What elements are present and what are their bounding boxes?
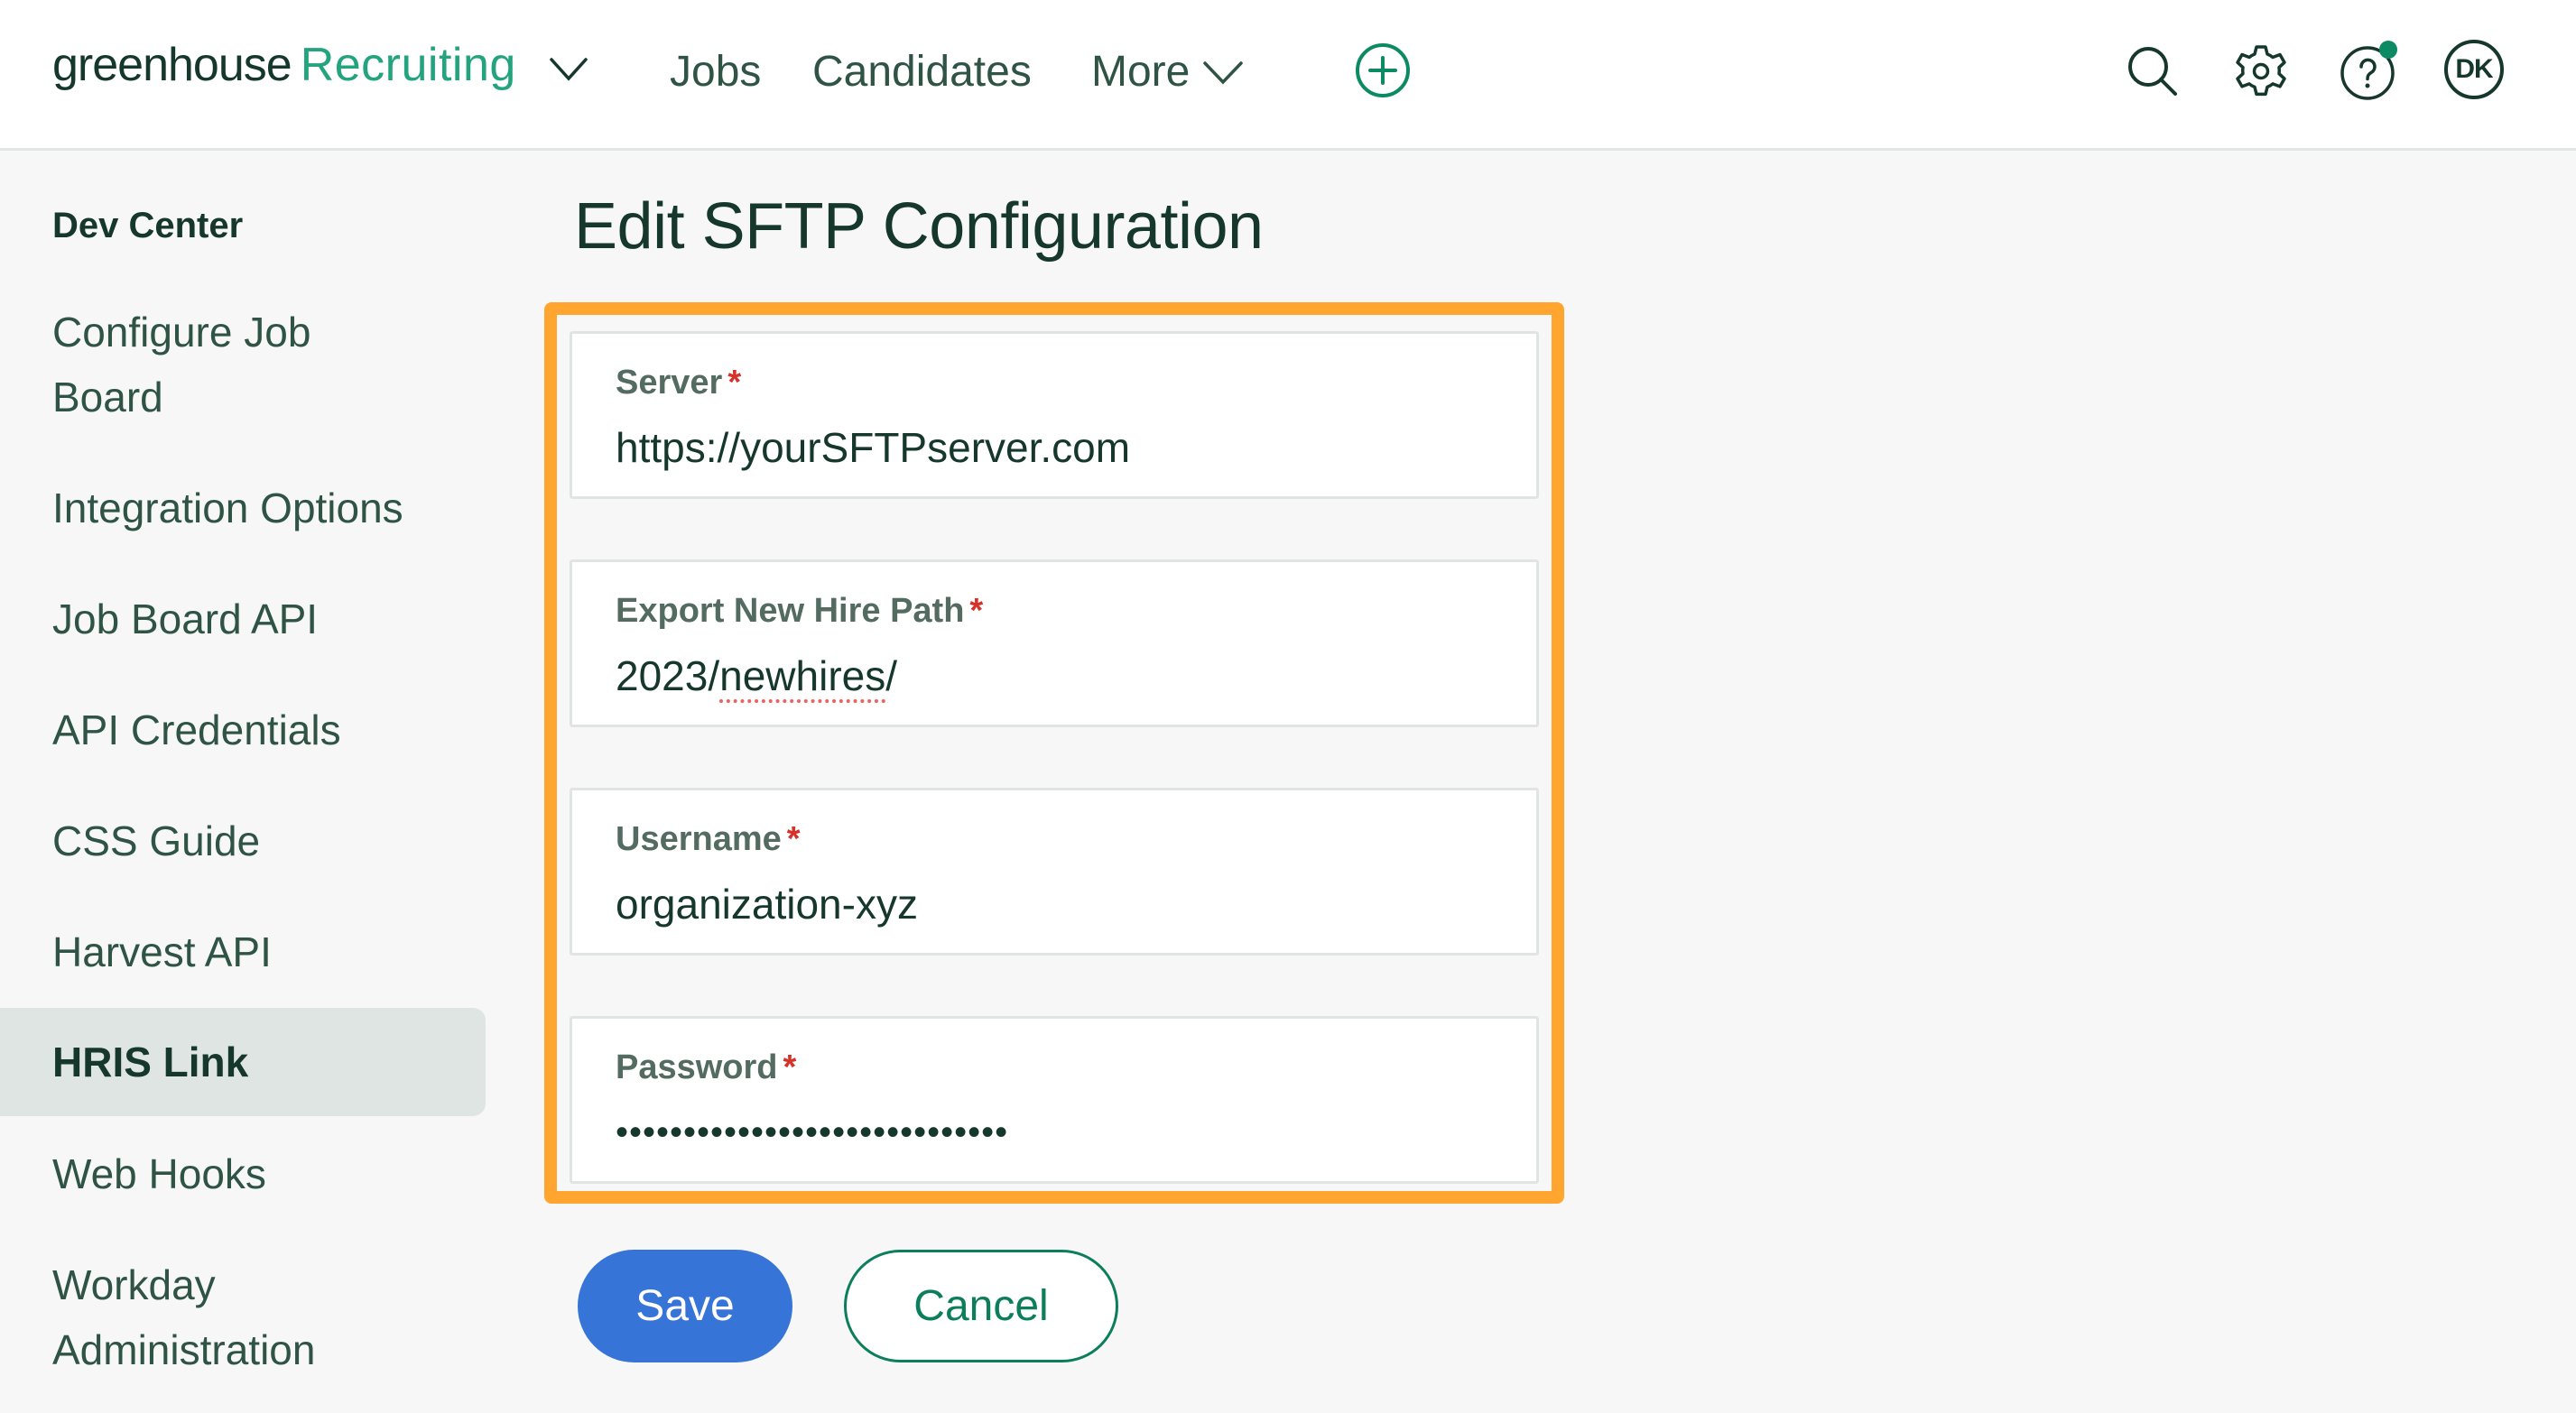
nav-more-label: More xyxy=(1091,48,1191,96)
sidebar-item-harvest-api[interactable]: Harvest API xyxy=(0,919,486,984)
required-mark: * xyxy=(727,364,742,402)
server-input[interactable] xyxy=(616,419,1482,476)
username-field: Username * xyxy=(570,788,1539,956)
password-input[interactable]: ••••••••••••••••••••••••••••• xyxy=(616,1104,1482,1161)
server-label: Server * xyxy=(616,364,742,402)
greenhouse-logo[interactable]: greenhouse Recruiting xyxy=(52,38,516,110)
product-name: Recruiting xyxy=(300,39,516,91)
sidebar-item-api-credentials[interactable]: API Credentials xyxy=(0,697,486,762)
brand-name: greenhouse xyxy=(52,39,292,91)
sidebar-item-integration-options[interactable]: Integration Options xyxy=(0,476,486,540)
path-prefix: 2023/ xyxy=(616,652,720,699)
export-new-hire-path-label: Export New Hire Path * xyxy=(616,592,984,630)
sidebar-item-job-board-api[interactable]: Job Board API xyxy=(0,586,486,651)
server-field: Server * xyxy=(570,331,1539,499)
user-avatar[interactable]: DK xyxy=(2444,40,2504,99)
nav-more[interactable]: More xyxy=(1091,43,1244,101)
sidebar-item-label: Configure Job xyxy=(52,309,311,356)
username-label: Username * xyxy=(616,820,801,858)
save-button[interactable]: Save xyxy=(578,1250,792,1362)
sidebar-item-workday-administration[interactable]: Workday Administration xyxy=(0,1252,486,1382)
gear-icon[interactable] xyxy=(2229,40,2293,103)
cancel-button[interactable]: Cancel xyxy=(844,1250,1118,1362)
sidebar-heading: Dev Center xyxy=(52,206,244,245)
help-icon[interactable] xyxy=(2338,40,2401,103)
nav-candidates[interactable]: Candidates xyxy=(812,43,1032,101)
top-nav-bar: greenhouse Recruiting Jobs Candidates Mo… xyxy=(0,0,2576,151)
page-title: Edit SFTP Configuration xyxy=(574,190,1264,263)
sidebar-item-css-guide[interactable]: CSS Guide xyxy=(0,808,486,873)
sidebar-item-label: Administration xyxy=(52,1326,316,1373)
sidebar-item-label: HRIS Link xyxy=(52,1039,249,1085)
product-switcher-chevron-icon[interactable] xyxy=(549,56,588,83)
add-icon[interactable] xyxy=(1354,42,1412,99)
nav-jobs[interactable]: Jobs xyxy=(670,43,761,101)
sidebar-item-web-hooks[interactable]: Web Hooks xyxy=(0,1141,486,1206)
spellcheck-flagged-word: newhires xyxy=(719,652,886,699)
search-icon[interactable] xyxy=(2121,40,2184,103)
notification-dot xyxy=(2379,41,2397,59)
path-suffix: / xyxy=(885,652,897,699)
username-input[interactable] xyxy=(616,875,1482,933)
sidebar-item-configure-job-board[interactable]: Configure Job Board xyxy=(0,300,486,429)
required-mark: * xyxy=(969,592,984,630)
password-field: Password * ••••••••••••••••••••••••••••• xyxy=(570,1016,1539,1184)
chevron-down-icon xyxy=(1203,61,1244,85)
export-new-hire-path-field: Export New Hire Path * 2023/newhires / xyxy=(570,559,1539,727)
required-mark: * xyxy=(783,1048,797,1086)
sidebar-item-label: Board xyxy=(52,374,163,420)
required-mark: * xyxy=(786,820,801,858)
export-new-hire-path-input[interactable]: 2023/newhires / xyxy=(616,647,1482,705)
sidebar-item-hris-link[interactable]: HRIS Link xyxy=(0,1008,486,1116)
password-label: Password * xyxy=(616,1048,797,1086)
sidebar-item-label: Workday xyxy=(52,1261,216,1308)
